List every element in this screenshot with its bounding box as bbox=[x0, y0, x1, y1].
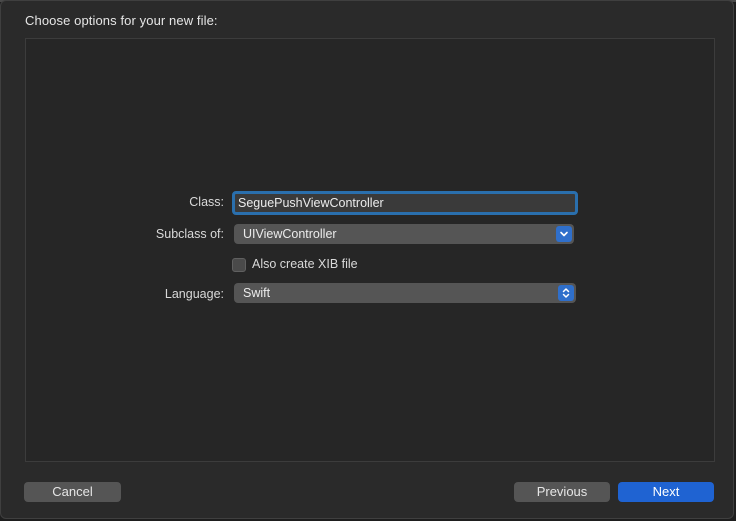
previous-button[interactable]: Previous bbox=[514, 482, 610, 502]
subclass-label: Subclass of: bbox=[155, 227, 224, 241]
subclass-value: UIViewController bbox=[243, 227, 337, 241]
chevron-down-icon bbox=[556, 226, 572, 242]
class-name-input[interactable] bbox=[238, 194, 575, 212]
next-button[interactable]: Next bbox=[618, 482, 714, 502]
class-label: Class: bbox=[189, 195, 224, 209]
create-xib-label: Also create XIB file bbox=[252, 257, 358, 271]
new-file-options-sheet: Choose options for your new file: Class:… bbox=[0, 0, 734, 519]
class-name-field-container[interactable] bbox=[232, 191, 578, 215]
cancel-button[interactable]: Cancel bbox=[24, 482, 121, 502]
language-label: Language: bbox=[164, 287, 224, 301]
options-panel bbox=[25, 38, 715, 462]
subclass-popup[interactable]: UIViewController bbox=[234, 224, 574, 244]
create-xib-checkbox[interactable] bbox=[232, 258, 246, 272]
language-value: Swift bbox=[243, 286, 271, 300]
language-popup[interactable]: Swift bbox=[234, 283, 576, 303]
dialog-title: Choose options for your new file: bbox=[25, 13, 218, 28]
up-down-chevron-icon bbox=[558, 285, 574, 301]
